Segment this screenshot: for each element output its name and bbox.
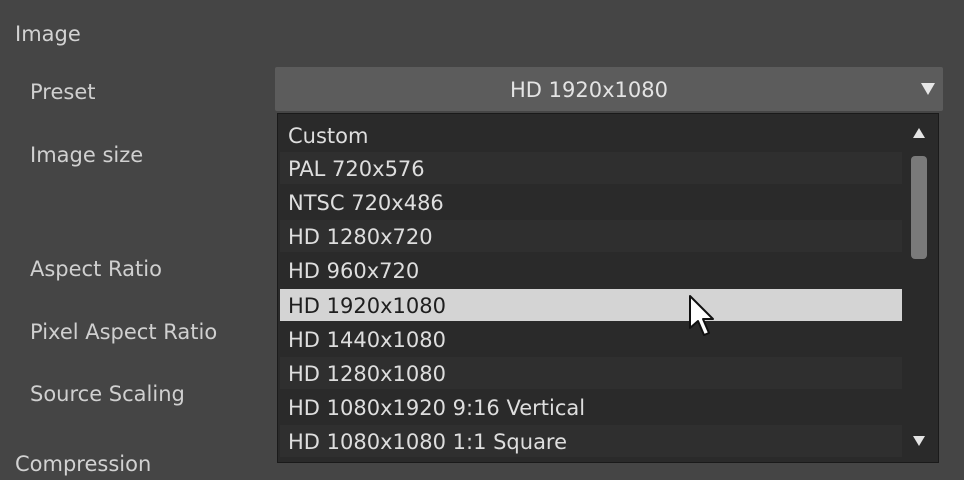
dropdown-scrollbar[interactable] bbox=[905, 116, 935, 460]
section-title-compression: Compression bbox=[15, 452, 152, 476]
scrollbar-thumb[interactable] bbox=[911, 156, 927, 259]
scroll-down-icon[interactable] bbox=[913, 436, 925, 446]
label-image-size: Image size bbox=[30, 143, 144, 167]
scroll-up-icon[interactable] bbox=[913, 128, 925, 138]
label-source-scaling: Source Scaling bbox=[30, 382, 185, 406]
option-hd-1080x1920-vertical[interactable]: HD 1080x1920 9:16 Vertical bbox=[280, 391, 902, 423]
label-preset: Preset bbox=[30, 80, 96, 104]
option-hd-1440x1080[interactable]: HD 1440x1080 bbox=[280, 323, 902, 355]
label-pixel-aspect-ratio: Pixel Aspect Ratio bbox=[30, 320, 218, 344]
option-hd-960x720[interactable]: HD 960x720 bbox=[280, 254, 902, 286]
option-hd-1080x1080-square[interactable]: HD 1080x1080 1:1 Square bbox=[280, 425, 902, 457]
preset-selected-value: HD 1920x1080 bbox=[510, 78, 668, 102]
label-aspect-ratio: Aspect Ratio bbox=[30, 257, 162, 281]
preset-options-list[interactable]: Custom PAL 720x576 NTSC 720x486 HD 1280x… bbox=[277, 113, 939, 463]
section-title-image: Image bbox=[15, 22, 81, 46]
option-hd-1280x720[interactable]: HD 1280x720 bbox=[280, 220, 902, 252]
mouse-pointer-icon bbox=[689, 295, 714, 336]
option-custom[interactable]: Custom bbox=[280, 119, 902, 151]
option-pal-720x576[interactable]: PAL 720x576 bbox=[280, 152, 902, 184]
option-hd-1280x1080[interactable]: HD 1280x1080 bbox=[280, 357, 902, 389]
option-hd-1920x1080[interactable]: HD 1920x1080 bbox=[280, 289, 902, 321]
chevron-down-icon[interactable] bbox=[921, 83, 935, 95]
preset-dropdown[interactable]: HD 1920x1080 bbox=[275, 67, 943, 111]
option-ntsc-720x486[interactable]: NTSC 720x486 bbox=[280, 186, 902, 218]
